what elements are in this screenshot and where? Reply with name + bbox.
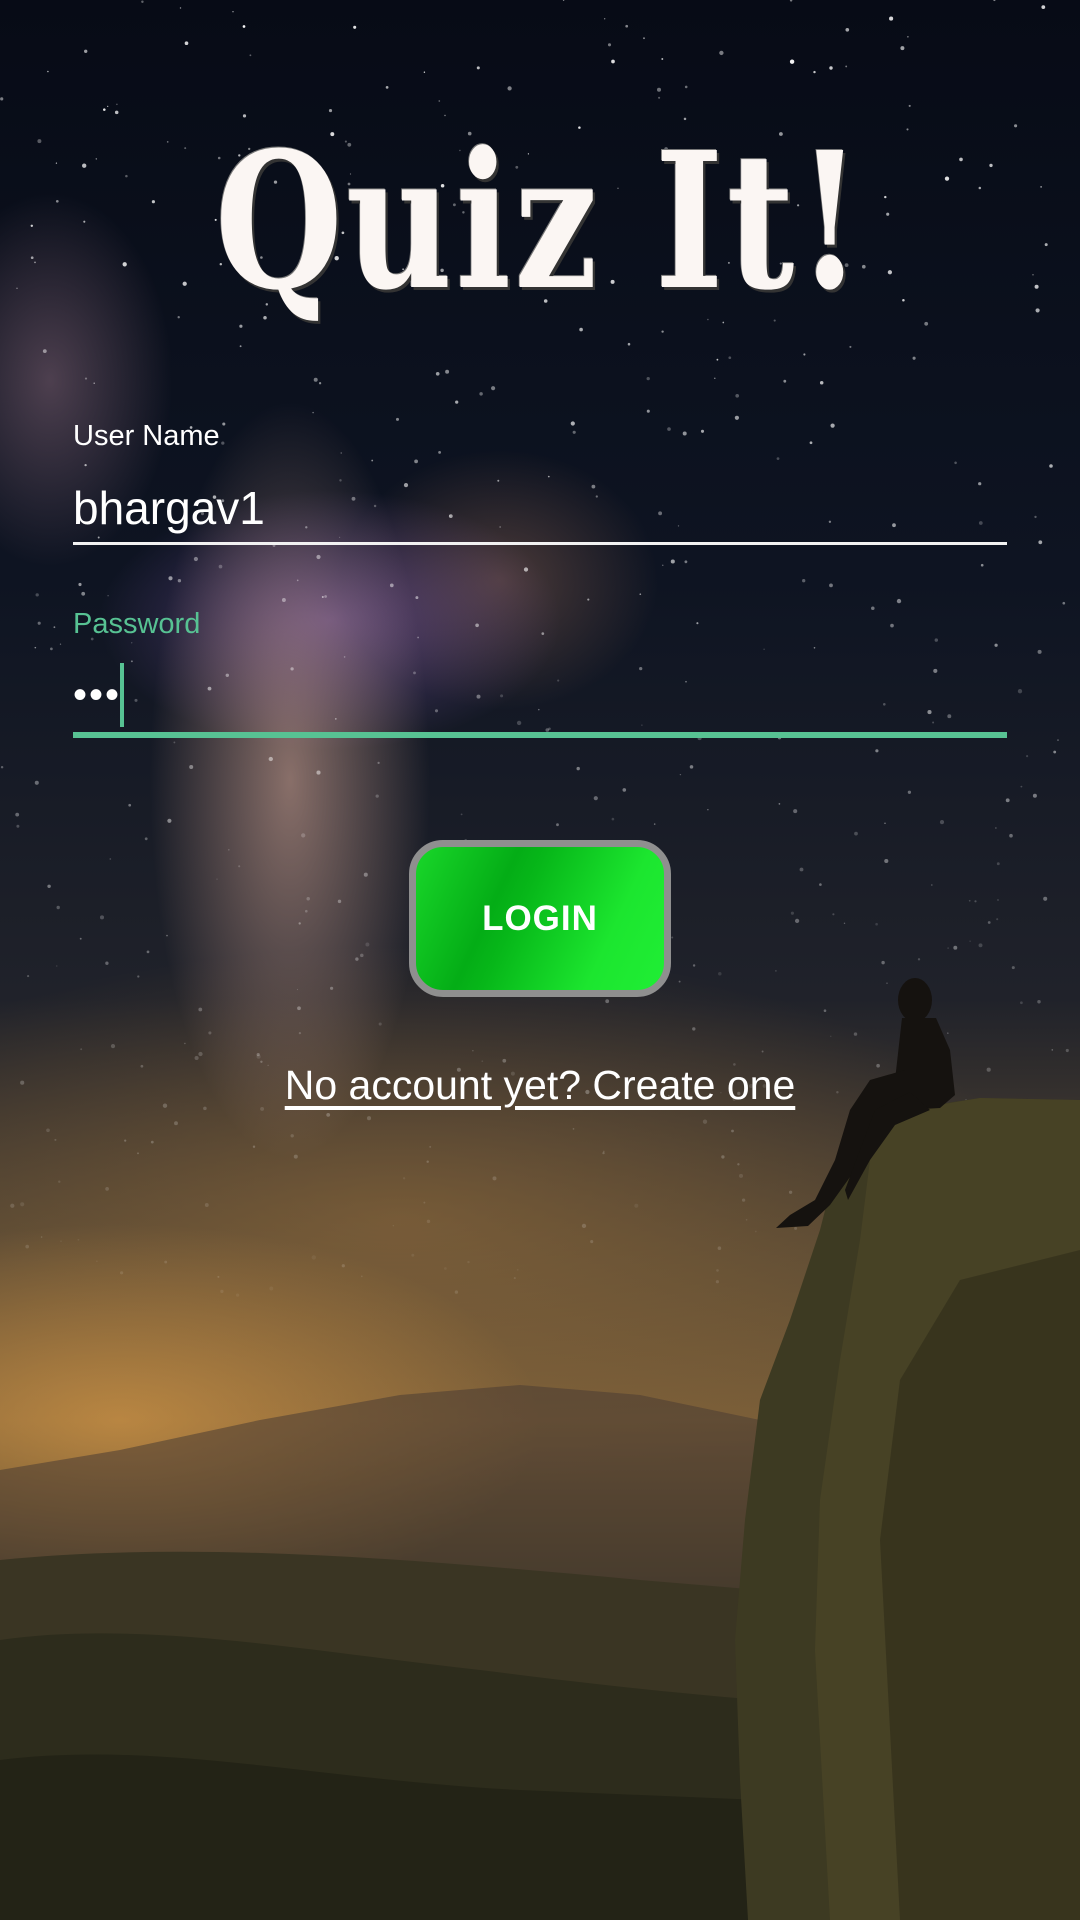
password-label: Password [73, 608, 201, 640]
username-underline [73, 542, 1007, 545]
password-underline [73, 732, 1007, 738]
username-label: User Name [73, 420, 220, 452]
login-button-label: LOGIN [482, 898, 598, 938]
app-logo: Quiz It! [214, 111, 866, 332]
create-account-link[interactable]: No account yet? Create one [0, 1062, 1080, 1109]
username-field[interactable] [73, 478, 1007, 538]
password-field[interactable] [73, 665, 1007, 725]
text-cursor [120, 663, 124, 727]
login-button[interactable]: LOGIN [409, 840, 671, 997]
